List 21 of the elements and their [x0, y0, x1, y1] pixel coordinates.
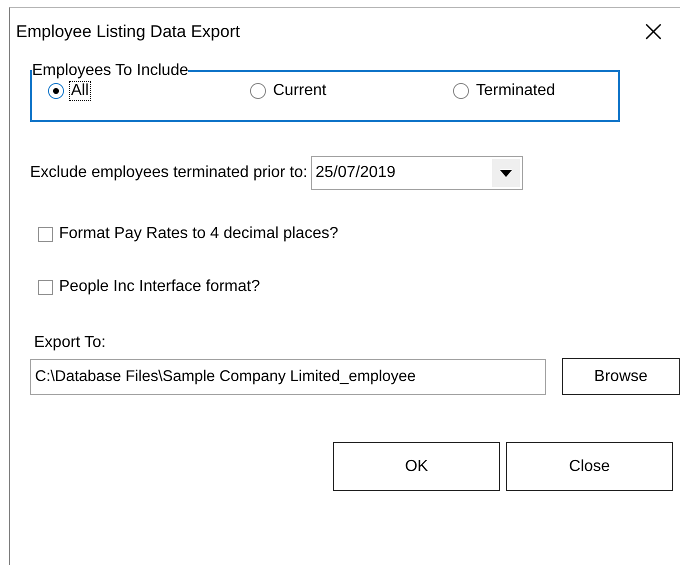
- checkbox[interactable]: [38, 280, 53, 294]
- radio-button[interactable]: [48, 83, 64, 99]
- window-title: Employee Listing Data Export: [16, 22, 240, 42]
- radio-button[interactable]: [250, 83, 266, 99]
- browse-button[interactable]: Browse: [562, 358, 680, 395]
- close-button[interactable]: ×: [636, 17, 670, 47]
- dialog-button[interactable]: Close: [506, 442, 673, 491]
- dropdown-icon[interactable]: [492, 159, 520, 187]
- export-label: Export To:: [34, 334, 107, 352]
- checkbox-label: Format Pay Rates to 4 decimal places?: [59, 225, 338, 243]
- date-field[interactable]: 25/07/2019: [311, 156, 524, 190]
- group-title: Employees To Include: [32, 62, 188, 80]
- radio-button[interactable]: [453, 83, 469, 99]
- radio-label[interactable]: Terminated: [475, 82, 556, 100]
- radio-label[interactable]: All: [70, 82, 90, 100]
- path-field[interactable]: C:\Database Files\Sample Company Limited_employee: [30, 358, 546, 394]
- exclude-label: Exclude employees terminated prior to:: [30, 164, 308, 182]
- dialog-button[interactable]: OK: [333, 442, 500, 491]
- checkbox[interactable]: [38, 226, 53, 242]
- checkbox-label: People Inc Interface format?: [59, 278, 260, 296]
- radio-label[interactable]: Current: [272, 82, 328, 100]
